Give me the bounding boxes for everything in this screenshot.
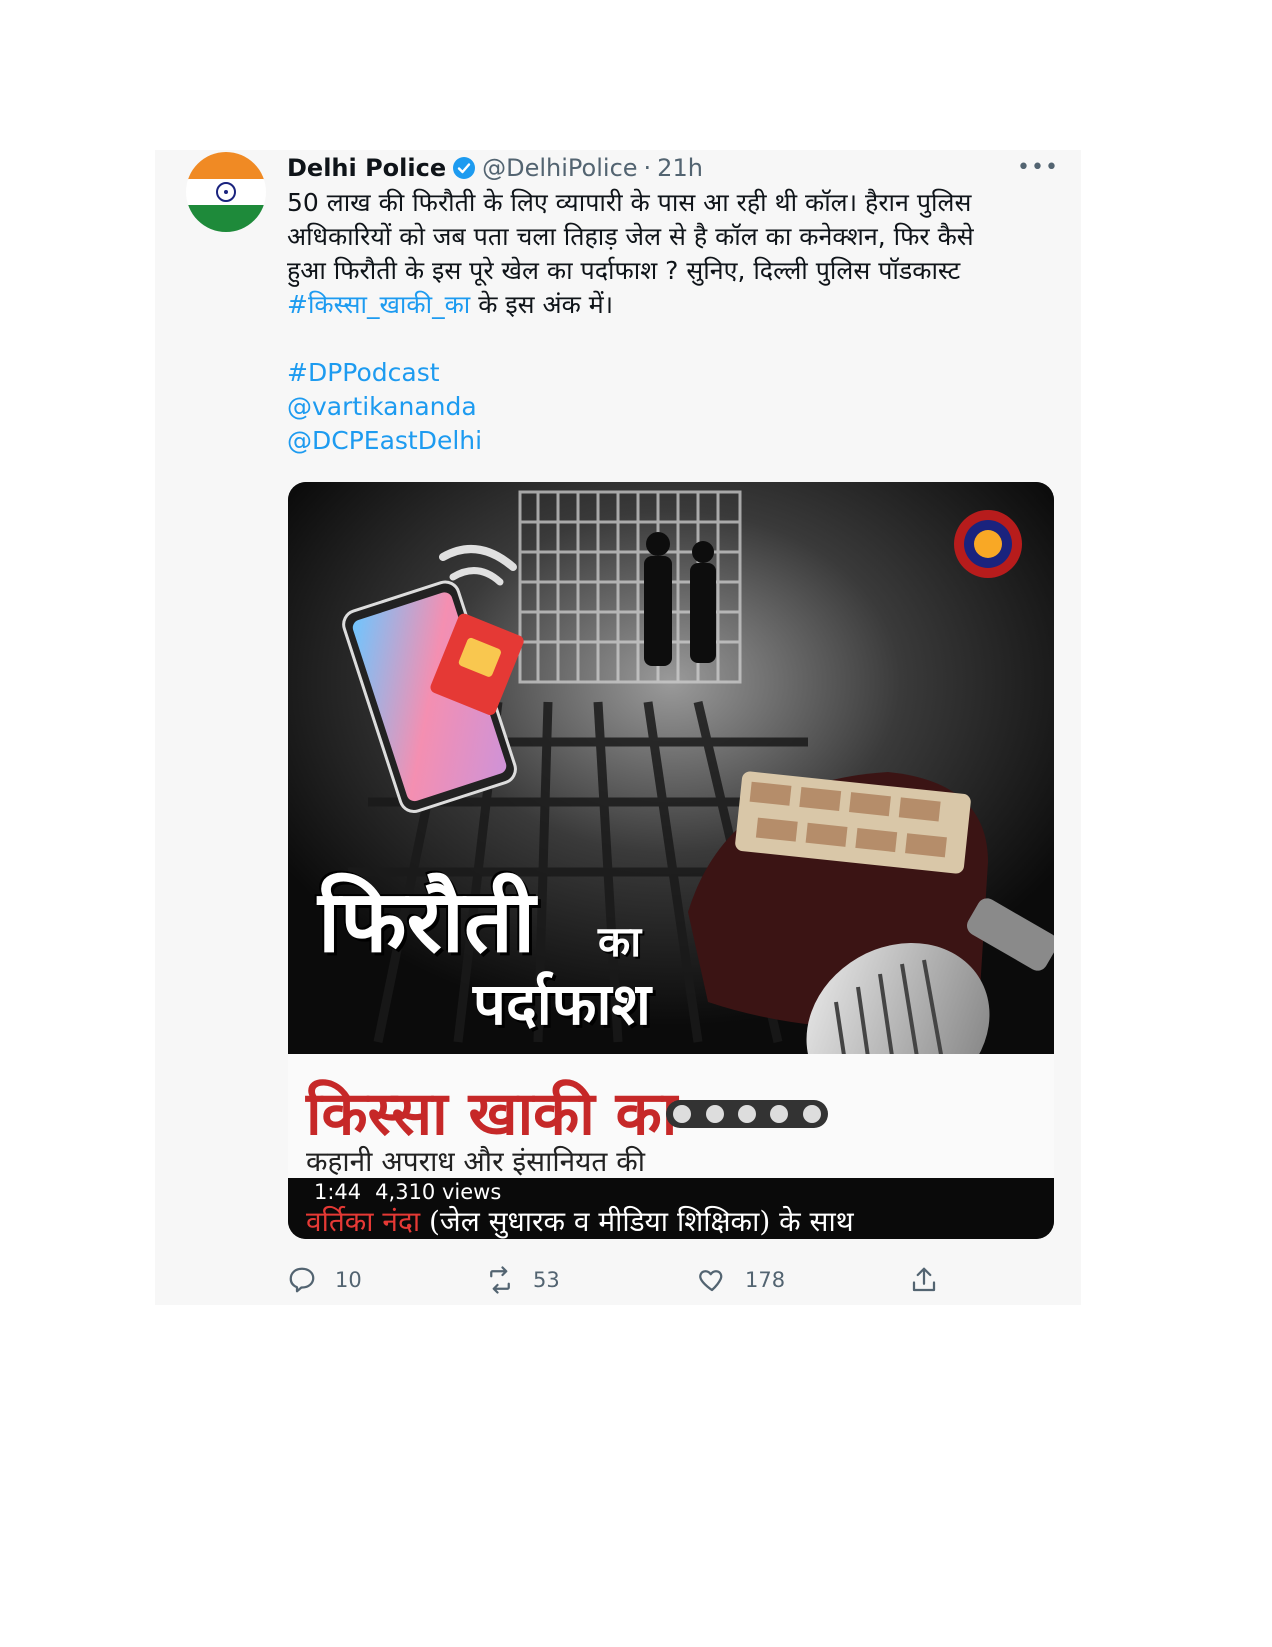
avatar[interactable] bbox=[186, 152, 266, 232]
tweet-header: Delhi Police @DelhiPolice · 21h bbox=[287, 150, 703, 186]
author-name[interactable]: Delhi Police bbox=[287, 154, 446, 182]
retweet-button[interactable]: 53 bbox=[485, 1262, 560, 1298]
retweet-icon bbox=[490, 1266, 510, 1294]
series-tagline: कहानी अपराध और इंसानियत की bbox=[306, 1145, 646, 1178]
tweet-time[interactable]: 21h bbox=[657, 154, 703, 182]
share-icon bbox=[912, 1267, 936, 1292]
headline-main: फिरौती bbox=[318, 871, 536, 972]
delhi-police-emblem-icon bbox=[954, 510, 1022, 578]
social-icon bbox=[673, 1105, 692, 1123]
tweet-text-line: हुआ फिरौती के इस पूरे खेल का पर्दाफाश ? … bbox=[287, 256, 961, 285]
like-icon bbox=[699, 1270, 723, 1292]
caption-rest: (जेल सुधारक व मीडिया शिक्षिका) के साथ bbox=[420, 1205, 854, 1238]
retweet-count: 53 bbox=[533, 1268, 560, 1292]
video-views: 4,310 views bbox=[375, 1180, 502, 1204]
more-icon[interactable]: ••• bbox=[1017, 152, 1058, 182]
headline-sub: पर्दाफाश bbox=[473, 970, 651, 1038]
reply-count: 10 bbox=[335, 1268, 362, 1292]
video-meta: 1:44 4,310 views bbox=[314, 1180, 515, 1204]
hashtag-link[interactable]: #किस्सा_खाकी_का bbox=[287, 290, 470, 319]
mention-link[interactable]: @vartikananda bbox=[287, 392, 477, 421]
like-button[interactable]: 178 bbox=[697, 1262, 785, 1298]
video-caption: वर्तिका नंदा (जेल सुधारक व मीडिया शिक्षि… bbox=[306, 1202, 854, 1239]
social-icons-strip bbox=[666, 1100, 828, 1128]
tweet-text: 50 लाख की फिरौती के लिए व्यापारी के पास … bbox=[287, 186, 1057, 458]
reply-icon bbox=[289, 1267, 315, 1293]
tweet-text-line: अधिकारियों को जब पता चला तिहाड़ जेल से ह… bbox=[287, 222, 974, 251]
tweet-actions: 10 53 178 bbox=[287, 1262, 1067, 1298]
like-count: 178 bbox=[745, 1268, 786, 1292]
mention-link[interactable]: @DCPEastDelhi bbox=[287, 426, 482, 455]
facebook-icon bbox=[705, 1105, 724, 1123]
tweet-text-fragment: के इस अंक में। bbox=[470, 290, 614, 319]
header-separator: · bbox=[643, 154, 652, 182]
author-handle[interactable]: @DelhiPolice bbox=[482, 154, 637, 182]
caption-name: वर्तिका नंदा bbox=[306, 1205, 421, 1238]
tweet-text-line: #किस्सा_खाकी_का के इस अंक में। bbox=[287, 288, 1057, 322]
video-duration: 1:44 bbox=[314, 1180, 362, 1204]
headline-connector: का bbox=[598, 917, 642, 966]
share-button[interactable] bbox=[909, 1262, 957, 1298]
video-player[interactable]: फिरौती का पर्दाफाश किस्सा खाकी का कहानी … bbox=[288, 482, 1054, 1239]
hashtag-link[interactable]: #DPPodcast bbox=[287, 358, 440, 387]
verified-badge-icon bbox=[453, 157, 476, 179]
series-title: किस्सा खाकी का bbox=[306, 1079, 678, 1149]
youtube-icon bbox=[802, 1105, 821, 1123]
tweet-text-line: 50 लाख की फिरौती के लिए व्यापारी के पास … bbox=[287, 188, 972, 217]
twitter-icon bbox=[737, 1105, 756, 1123]
reply-button[interactable]: 10 bbox=[287, 1262, 362, 1298]
instagram-icon bbox=[770, 1105, 789, 1123]
